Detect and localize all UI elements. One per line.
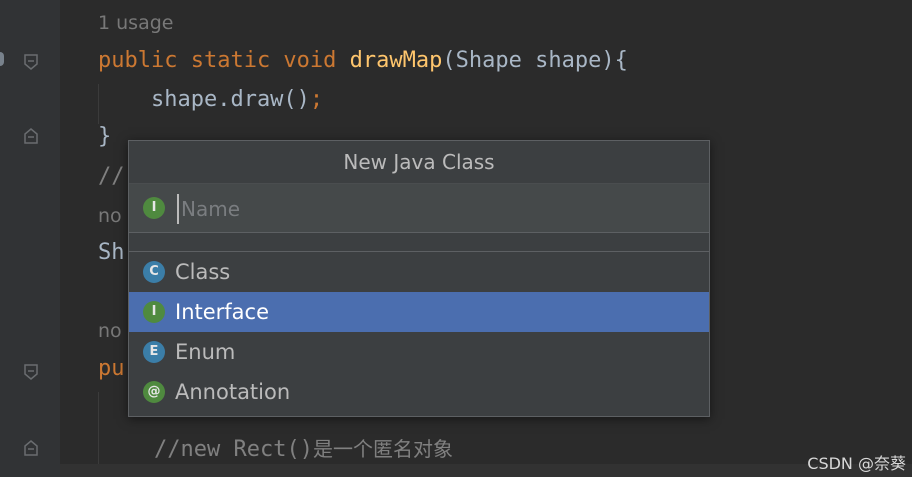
watermark: CSDN @奈葵: [807, 454, 906, 473]
code-line-comment-partial[interactable]: //: [98, 164, 125, 189]
usage-hint[interactable]: 1 usage: [98, 12, 173, 34]
usage-hint[interactable]: no: [98, 205, 122, 227]
kind-item-enum[interactable]: E Enum: [129, 332, 709, 372]
annotation-icon: @: [143, 381, 165, 403]
code-line-draw-call[interactable]: shape.draw();: [98, 87, 323, 112]
caret-line-highlight: [60, 464, 912, 477]
usage-hint[interactable]: no: [98, 320, 122, 342]
editor-gutter: [0, 0, 60, 477]
code-line-method-signature[interactable]: public static void drawMap(Shape shape){: [98, 48, 628, 73]
kind-label: Enum: [175, 340, 236, 364]
kind-label: Annotation: [175, 380, 291, 404]
kind-list: C Class I Interface E Enum @ Annotation: [129, 252, 709, 412]
kind-item-interface[interactable]: I Interface: [129, 292, 709, 332]
comment-code: //new Rect(): [154, 437, 313, 462]
fold-start-icon[interactable]: [24, 54, 38, 70]
new-java-class-popup: New Java Class I C Class I Interface E E…: [128, 140, 710, 417]
parameters: (Shape shape){: [442, 48, 628, 73]
popup-title: New Java Class: [129, 141, 709, 184]
kind-label: Interface: [175, 300, 270, 324]
code-line-closing-brace[interactable]: }: [98, 124, 111, 149]
fold-end-icon[interactable]: [24, 128, 38, 144]
code-line-comment[interactable]: //new Rect()是一个匿名对象: [154, 433, 453, 462]
keywords: public static void: [98, 48, 350, 73]
code-line-partial[interactable]: Sh: [98, 240, 125, 265]
name-row: I: [129, 184, 709, 233]
separator: [129, 233, 709, 252]
fold-end-icon[interactable]: [24, 440, 38, 456]
semicolon: ;: [309, 87, 324, 112]
enum-icon: E: [143, 341, 165, 363]
kind-item-annotation[interactable]: @ Annotation: [129, 372, 709, 412]
class-icon: C: [143, 261, 165, 283]
comment-text: 是一个匿名对象: [312, 437, 453, 461]
kind-item-class[interactable]: C Class: [129, 252, 709, 292]
code-line-partial[interactable]: pu: [98, 356, 125, 381]
method-name: drawMap: [349, 48, 443, 73]
call-expression: shape.draw(): [98, 87, 310, 112]
interface-icon: I: [143, 301, 165, 323]
fold-start-icon[interactable]: [24, 364, 38, 380]
interface-icon: I: [143, 197, 165, 219]
gutter-marker: [0, 52, 4, 66]
kind-label: Class: [175, 260, 231, 284]
class-name-input[interactable]: [177, 194, 683, 224]
